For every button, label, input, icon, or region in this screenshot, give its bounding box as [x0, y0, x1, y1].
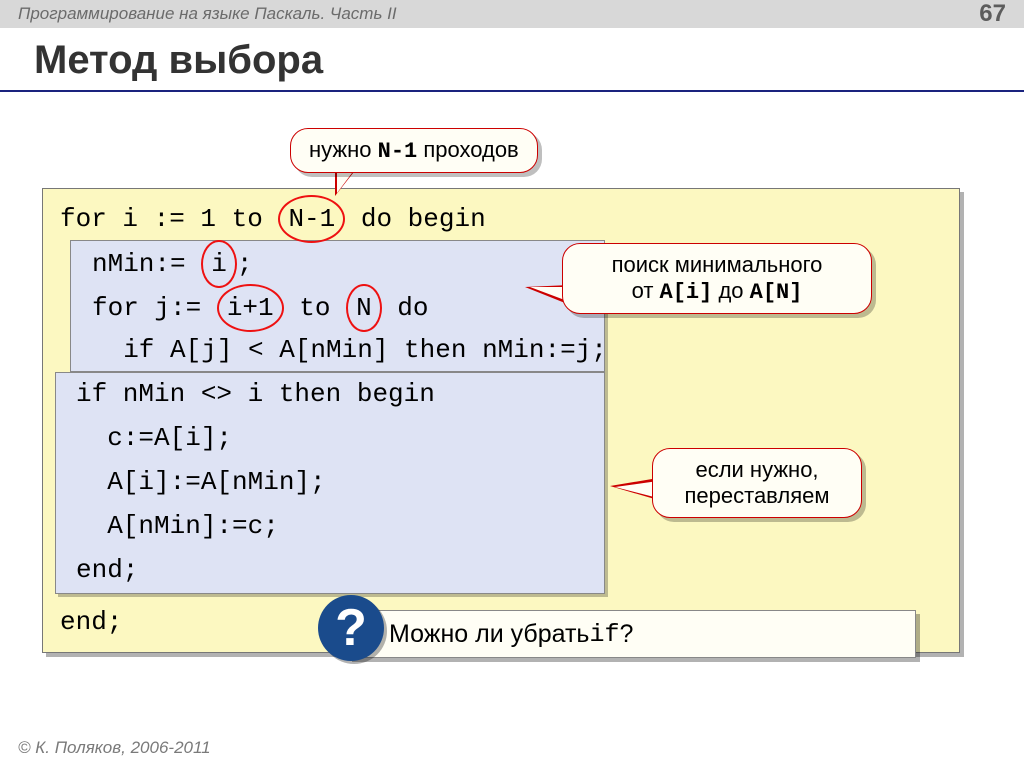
page-number: 67: [979, 0, 1006, 28]
code-line-7: A[i]:=A[nMin];: [76, 460, 326, 504]
callout-search-line2: от A[i] до A[N]: [581, 278, 853, 305]
circle-i: i: [201, 240, 237, 288]
callout-passes: нужно N-1 проходов: [290, 128, 538, 173]
course-label: Программирование на языке Паскаль. Часть…: [18, 4, 397, 24]
callout-swap-tail: [610, 478, 658, 500]
circle-i-plus-1: i+1: [217, 284, 284, 332]
callout-swap: если нужно, переставляем: [652, 448, 862, 518]
code-line-9: end;: [76, 548, 138, 592]
code-line-1: for i := 1 to N-1 do begin: [60, 195, 486, 243]
question-box: Можно ли убрать if ?: [348, 610, 916, 658]
header-bar: Программирование на языке Паскаль. Часть…: [0, 0, 1024, 28]
code-line-4: if A[j] < A[nMin] then nMin:=j;: [92, 328, 607, 372]
callout-search: поиск минимального от A[i] до A[N]: [562, 243, 872, 314]
callout-swap-line2: переставляем: [671, 483, 843, 509]
code-line-6: c:=A[i];: [76, 416, 232, 460]
callout-passes-code: N-1: [378, 139, 418, 164]
code-line-10: end;: [60, 600, 122, 644]
circle-n: N: [346, 284, 382, 332]
code-line-8: A[nMin]:=c;: [76, 504, 279, 548]
code-line-5: if nMin <> i then begin: [76, 372, 435, 416]
callout-passes-post: проходов: [417, 137, 519, 162]
title-underline: [0, 90, 1024, 92]
question-text-post: ?: [619, 620, 633, 649]
question-mark-icon: ?: [318, 595, 384, 661]
question-text-code: if: [589, 620, 619, 649]
question-text-pre: Можно ли убрать: [389, 620, 589, 649]
code-line-3: for j:= i+1 to N do: [92, 284, 428, 332]
callout-passes-pre: нужно: [309, 137, 378, 162]
code-line-2: nMin:= i;: [92, 240, 252, 288]
callout-search-line1: поиск минимального: [581, 252, 853, 278]
footer-copyright: © К. Поляков, 2006-2011: [18, 738, 211, 758]
circle-n-minus-1: N-1: [278, 195, 345, 243]
page-title: Метод выбора: [34, 38, 323, 83]
callout-swap-line1: если нужно,: [671, 457, 843, 483]
